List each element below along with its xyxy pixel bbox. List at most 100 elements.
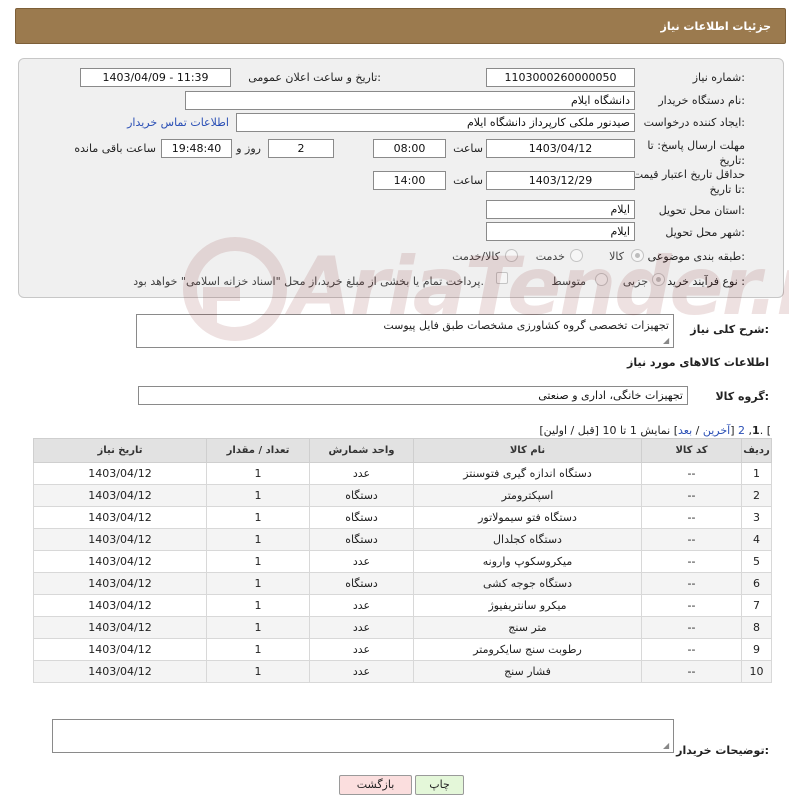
cell-row: 5 (741, 550, 772, 573)
cell-code: -- (641, 660, 742, 683)
cell-date: 1403/04/12 (33, 638, 207, 661)
process-medium-label: متوسط (551, 275, 586, 288)
buyer-notes-textarea[interactable]: ◢ (52, 719, 674, 753)
cell-row: 10 (741, 660, 772, 683)
goods-group-label: گروه کالا: (715, 390, 769, 403)
cell-qty: 1 (206, 660, 310, 683)
pager-page1: 1 (752, 424, 760, 437)
category-goods-label: کالا (609, 250, 624, 263)
validity-time-field[interactable]: 14:00 (373, 171, 446, 190)
cell-code: -- (641, 572, 742, 595)
summary-text: تجهیزات تخصصی گروه کشاورزی مشخصات طبق فا… (383, 319, 669, 332)
cell-unit: عدد (309, 462, 414, 485)
pager-next-link[interactable]: بعد (678, 424, 692, 437)
category-service-radio[interactable] (570, 249, 583, 262)
cell-code: -- (641, 484, 742, 507)
cell-name: دستگاه فتو سیمولاتور (413, 506, 642, 529)
pager-page2-link[interactable]: 2 (738, 424, 745, 437)
table-row: 8 -- متر سنج عدد 1 1403/04/12 (33, 616, 772, 639)
goods-table: ردیف کد کالا نام کالا واحد شمارش تعداد /… (33, 438, 772, 683)
cell-qty: 1 (206, 506, 310, 529)
col-date: تاریخ نیاز (33, 438, 207, 463)
cell-unit: عدد (309, 616, 414, 639)
cell-row: 9 (741, 638, 772, 661)
resize-grip-icon: ◢ (663, 741, 670, 750)
city-field[interactable]: ایلام (486, 222, 635, 241)
table-row: 6 -- دستگاه جوجه کشی دستگاه 1 1403/04/12 (33, 572, 772, 595)
requester-label: ایجاد کننده درخواست: (643, 116, 745, 129)
table-row: 3 -- دستگاه فتو سیمولاتور دستگاه 1 1403/04/12 (33, 506, 772, 529)
cell-unit: دستگاه (309, 484, 414, 507)
table-row: 7 -- میکرو سانتریفیوژ عدد 1 1403/04/12 (33, 594, 772, 617)
cell-date: 1403/04/12 (33, 660, 207, 683)
cell-row: 2 (741, 484, 772, 507)
remaining-time-field[interactable]: 19:48:40 (161, 139, 232, 158)
deadline-time-label: ساعت (453, 142, 483, 155)
cell-name: رطوبت سنج سایکرومتر (413, 638, 642, 661)
process-medium-radio[interactable] (595, 273, 608, 286)
treasury-payment-note: پرداخت تمام یا بخشی از مبلغ خرید،از محل … (133, 275, 484, 288)
goods-group-field[interactable]: تجهیزات خانگی، اداری و صنعتی (138, 386, 688, 405)
buyer-org-field[interactable]: دانشگاه ایلام (185, 91, 635, 110)
category-goods-service-radio[interactable] (505, 249, 518, 262)
cell-code: -- (641, 462, 742, 485)
col-unit: واحد شمارش (309, 438, 414, 463)
col-name: نام کالا (413, 438, 642, 463)
treasury-payment-checkbox[interactable] (496, 272, 508, 284)
pager-tail: [قبل / اولین] (539, 424, 599, 437)
cell-date: 1403/04/12 (33, 506, 207, 529)
cell-row: 3 (741, 506, 772, 529)
validity-time-label: ساعت (453, 174, 483, 187)
col-code: کد کالا (641, 438, 742, 463)
category-goods-radio[interactable] (631, 249, 644, 262)
province-field[interactable]: ایلام (486, 200, 635, 219)
process-type-label: نوع فرآیند خرید : (667, 275, 745, 288)
cell-name: میکرو سانتریفیوژ (413, 594, 642, 617)
buyer-org-label: نام دستگاه خریدار: (658, 94, 745, 107)
col-qty: تعداد / مقدار (206, 438, 310, 463)
table-header-row: ردیف کد کالا نام کالا واحد شمارش تعداد /… (33, 438, 772, 463)
cell-unit: عدد (309, 550, 414, 573)
deadline-time-field[interactable]: 08:00 (373, 139, 446, 158)
pager-last-link[interactable]: آخرین (703, 424, 730, 437)
summary-textarea[interactable]: تجهیزات تخصصی گروه کشاورزی مشخصات طبق فا… (136, 314, 674, 348)
cell-date: 1403/04/12 (33, 528, 207, 551)
cell-row: 8 (741, 616, 772, 639)
cell-qty: 1 (206, 572, 310, 595)
cell-code: -- (641, 616, 742, 639)
cell-name: دستگاه کجلدال (413, 528, 642, 551)
cell-qty: 1 (206, 594, 310, 617)
cell-qty: 1 (206, 462, 310, 485)
back-button[interactable]: بازگشت (339, 775, 412, 795)
table-row: 5 -- میکروسکوپ وارونه عدد 1 1403/04/12 (33, 550, 772, 573)
table-row: 2 -- اسپکترومتر دستگاه 1 1403/04/12 (33, 484, 772, 507)
cell-unit: عدد (309, 594, 414, 617)
validity-date-field[interactable]: 1403/12/29 (486, 171, 635, 190)
need-number-label: شماره نیاز: (692, 71, 745, 84)
cell-code: -- (641, 506, 742, 529)
summary-label: شرح کلی نیاز: (690, 323, 769, 336)
resize-grip-icon: ◢ (663, 336, 670, 345)
cell-date: 1403/04/12 (33, 550, 207, 573)
cell-qty: 1 (206, 616, 310, 639)
cell-code: -- (641, 638, 742, 661)
days-field[interactable]: 2 (268, 139, 334, 158)
deadline-date-field[interactable]: 1403/04/12 (486, 139, 635, 158)
category-goods-service-label: کالا/خدمت (452, 250, 500, 263)
cell-row: 1 (741, 462, 772, 485)
cell-unit: دستگاه (309, 572, 414, 595)
remaining-label: ساعت باقی مانده (74, 142, 156, 155)
cell-row: 7 (741, 594, 772, 617)
print-button[interactable]: چاپ (415, 775, 464, 795)
buyer-contact-link[interactable]: اطلاعات تماس خریدار (127, 116, 229, 129)
cell-code: -- (641, 594, 742, 617)
page-title: جزئیات اطلاعات نیاز (660, 20, 772, 33)
process-minor-radio[interactable] (652, 273, 665, 286)
cell-unit: عدد (309, 660, 414, 683)
cell-row: 4 (741, 528, 772, 551)
city-label: شهر محل تحویل: (665, 226, 745, 239)
requester-field[interactable]: صیدنور ملکی کارپرداز دانشگاه ایلام (236, 113, 635, 132)
cell-name: متر سنج (413, 616, 642, 639)
announce-datetime-field[interactable]: 1403/04/09 - 11:39 (80, 68, 231, 87)
need-number-field[interactable]: 1103000260000050 (486, 68, 635, 87)
